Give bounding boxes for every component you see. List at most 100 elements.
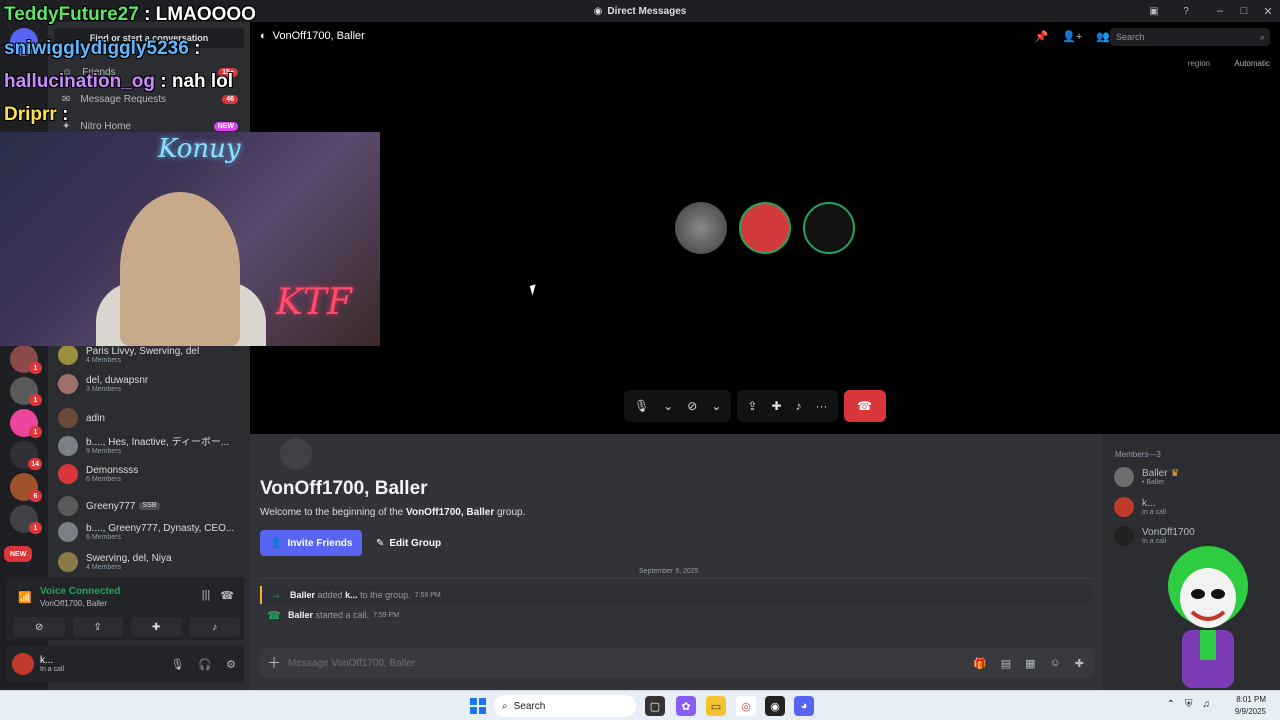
arrow-right-icon: → bbox=[270, 589, 282, 601]
mail-icon: ✉ bbox=[62, 93, 71, 105]
copilot-icon[interactable]: ✿ bbox=[676, 696, 696, 716]
soundboard-icon[interactable]: ♪ bbox=[796, 399, 802, 413]
stream-chat-user: hallucination_og bbox=[4, 71, 155, 92]
dm-item[interactable]: Swerving, del, Niya 4 Members bbox=[54, 548, 244, 576]
dm-name: adin bbox=[86, 412, 105, 424]
message-actor[interactable]: Baller bbox=[288, 610, 313, 620]
share-screen-button[interactable]: ⇪ bbox=[72, 617, 123, 637]
message-timestamp: 7:59 PM bbox=[373, 611, 400, 619]
dm-member-count: 9 Members bbox=[86, 447, 122, 455]
message-target[interactable]: k... bbox=[345, 590, 358, 600]
discord-icon[interactable]: ◕ bbox=[794, 696, 814, 716]
participant-avatar[interactable] bbox=[739, 202, 791, 254]
headphones-icon[interactable]: 🎧 bbox=[198, 658, 212, 671]
clock[interactable]: 8:01 PM 9/9/2025 bbox=[1235, 694, 1266, 718]
call-controls: 🎙 ⌄ ⊘ ⌄ ⇪ ✚ ♪ ··· ☎ bbox=[624, 390, 886, 422]
attach-icon[interactable]: ＋ bbox=[260, 653, 288, 673]
share-screen-icon[interactable]: ⇪ bbox=[747, 399, 757, 413]
chevron-down-icon[interactable]: ⌄ bbox=[663, 399, 673, 413]
dm-item[interactable]: b...., Hes, Inactive, ディーポー... 9 Members bbox=[54, 432, 244, 460]
member-name: k... bbox=[1142, 498, 1156, 509]
call-header-tools: 📌 👤+ 👥 bbox=[1034, 30, 1110, 43]
user-avatar[interactable] bbox=[12, 653, 34, 675]
joker-mascot-image bbox=[1168, 546, 1248, 688]
voice-channel[interactable]: VonOff1700, Baller bbox=[40, 599, 107, 608]
invite-label: Invite Friends bbox=[287, 537, 353, 549]
dm-item[interactable]: adin bbox=[54, 404, 244, 432]
add-user-icon: 👤 bbox=[270, 537, 283, 549]
chrome-icon[interactable]: ◎ bbox=[736, 696, 756, 716]
user-info[interactable]: k... In a call bbox=[40, 655, 64, 674]
volume-icon[interactable]: ♫ bbox=[1203, 699, 1211, 710]
close-icon[interactable]: ✕ bbox=[1256, 5, 1280, 18]
dm-name: b...., Greeny777, Dynasty, CEO... bbox=[86, 522, 235, 534]
edit-group-button[interactable]: ✎ Edit Group bbox=[368, 530, 450, 556]
participant-avatar[interactable] bbox=[803, 202, 855, 254]
clock-time: 8:01 PM bbox=[1236, 695, 1266, 704]
start-button[interactable] bbox=[470, 698, 486, 714]
hang-up-button[interactable]: ☎ bbox=[843, 390, 886, 422]
share-controls: ⇪ ✚ ♪ ··· bbox=[737, 390, 838, 422]
dm-text: Demonssss 6 Members bbox=[86, 465, 138, 484]
stream-chat-line: hallucination_og : nah lol bbox=[4, 71, 233, 93]
members-icon[interactable]: 👥 bbox=[1096, 30, 1110, 43]
region-select[interactable]: Automatic bbox=[1234, 59, 1270, 68]
message-composer[interactable]: ＋ Message VonOff1700, Baller 🎁 ▤ ▦ ☺ ✚ bbox=[260, 648, 1094, 678]
network-icon[interactable]: ⛨ bbox=[1185, 699, 1193, 710]
dm-item[interactable]: del, duwapsnr 3 Members bbox=[54, 370, 244, 398]
disconnect-icon[interactable]: ☎ bbox=[220, 589, 234, 602]
obs-icon[interactable]: ◉ bbox=[765, 696, 785, 716]
dm-member-count: 4 Members bbox=[86, 563, 122, 571]
dm-avatar bbox=[58, 345, 78, 365]
soundboard-button[interactable]: ♪ bbox=[189, 617, 240, 637]
server-badge: 1 bbox=[29, 522, 42, 534]
message-actor[interactable]: Baller bbox=[290, 590, 315, 600]
search-input[interactable]: Search ⌕ bbox=[1110, 28, 1270, 46]
gift-icon[interactable]: 🎁 bbox=[973, 657, 987, 670]
signal-icon[interactable]: 📶 bbox=[18, 591, 32, 604]
taskbar-search[interactable]: ⌕ Search bbox=[494, 695, 636, 717]
message-input[interactable]: Message VonOff1700, Baller bbox=[288, 658, 415, 669]
emoji-icon[interactable]: ☺ bbox=[1050, 657, 1061, 670]
dm-avatar bbox=[58, 436, 78, 456]
file-explorer-icon[interactable]: ▭ bbox=[706, 696, 726, 716]
dm-name: Demonssss bbox=[86, 464, 139, 476]
dm-item[interactable]: Demonssss 6 Members bbox=[54, 460, 244, 488]
maximize-icon[interactable]: □ bbox=[1232, 5, 1256, 17]
member-sub: • Baller bbox=[1142, 479, 1165, 486]
add-member-icon[interactable]: 👤+ bbox=[1062, 30, 1082, 43]
gear-icon[interactable]: ⚙ bbox=[226, 658, 236, 671]
member-item[interactable]: k... In a call bbox=[1114, 494, 1274, 520]
call-stage: ◐ VonOff1700, Baller 📌 👤+ 👥 Search ⌕ reg… bbox=[250, 22, 1280, 434]
help-icon[interactable]: ? bbox=[1178, 3, 1194, 19]
noise-suppression-icon[interactable]: ||| bbox=[202, 589, 211, 602]
stream-chat-message: : bbox=[62, 104, 69, 125]
member-avatar bbox=[1114, 497, 1134, 517]
apps-icon[interactable]: ✚ bbox=[1075, 657, 1084, 670]
activity-icon[interactable]: ✚ bbox=[771, 399, 781, 413]
composer-tools: 🎁 ▤ ▦ ☺ ✚ bbox=[973, 657, 1084, 670]
member-sub: In a call bbox=[1142, 509, 1167, 516]
pin-icon[interactable]: 📌 bbox=[1034, 30, 1048, 43]
gif-icon[interactable]: ▤ bbox=[1001, 657, 1011, 670]
chevron-down-icon[interactable]: ⌄ bbox=[711, 399, 721, 413]
invite-friends-button[interactable]: 👤 Invite Friends bbox=[260, 530, 363, 556]
dm-item[interactable]: Greeny777 SSB bbox=[54, 492, 244, 520]
minimize-icon[interactable]: – bbox=[1208, 5, 1232, 17]
activity-button[interactable]: ✚ bbox=[131, 617, 182, 637]
chevron-up-icon[interactable]: ⌃ bbox=[1167, 699, 1175, 710]
welcome-group-name: VonOff1700, Baller bbox=[406, 507, 495, 518]
member-item[interactable]: Baller ♛ • Baller bbox=[1114, 464, 1274, 490]
camera-off-button[interactable]: ⊘ bbox=[14, 617, 65, 637]
dm-item[interactable]: b...., Greeny777, Dynasty, CEO... 6 Memb… bbox=[54, 518, 244, 546]
microphone-icon[interactable]: 🎙 bbox=[170, 658, 184, 671]
task-view-icon[interactable]: ▢ bbox=[645, 696, 665, 716]
voice-actions: ||| ☎ bbox=[202, 589, 234, 602]
nitro-new-badge: NEW bbox=[213, 121, 238, 131]
inbox-icon[interactable]: ▣ bbox=[1146, 3, 1162, 19]
participant-avatar[interactable] bbox=[675, 202, 727, 254]
more-options-icon[interactable]: ··· bbox=[816, 399, 828, 413]
microphone-icon[interactable]: 🎙 bbox=[634, 399, 649, 413]
sticker-icon[interactable]: ▦ bbox=[1025, 657, 1035, 670]
camera-off-icon[interactable]: ⊘ bbox=[687, 399, 697, 413]
